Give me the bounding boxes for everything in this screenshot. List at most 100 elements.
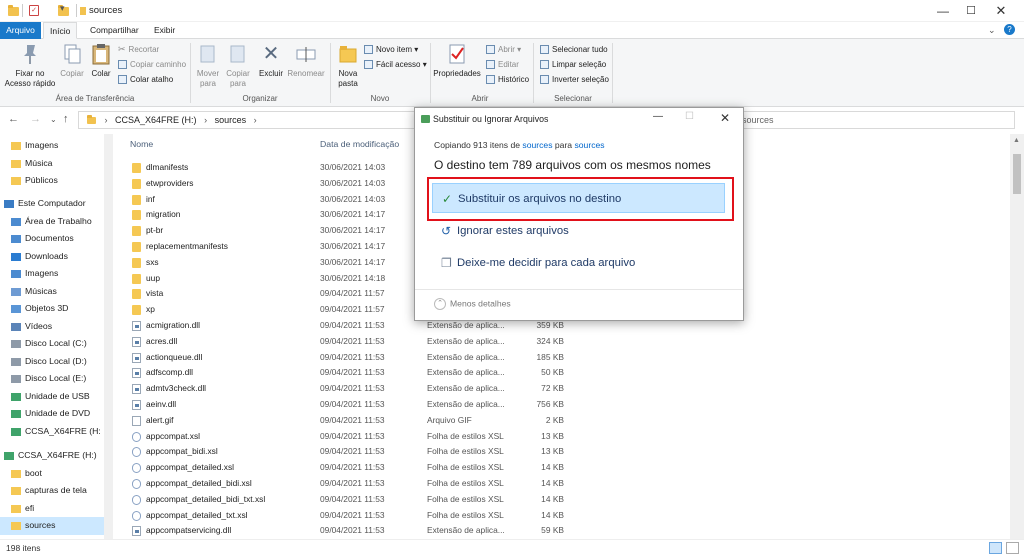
- decide-each-option[interactable]: ❐ Deixe-me decidir para cada arquivo: [432, 248, 725, 278]
- thumbnails-view-icon[interactable]: [1006, 542, 1019, 554]
- scrollbar-thumb[interactable]: [1013, 154, 1021, 194]
- file-row[interactable]: aeinv.dll 09/04/2021 11:53 Extensão de apl…: [113, 397, 1010, 413]
- sidebar-item[interactable]: Unidade de USB: [0, 388, 113, 406]
- tab-compartilhar[interactable]: Compartilhar: [84, 22, 145, 39]
- file-row[interactable]: appcompat_detailed_txt.xsl 09/04/2021 11:…: [113, 508, 1010, 524]
- search-placeholder: sources: [742, 115, 774, 125]
- skip-files-option[interactable]: ↺ Ignorar estes arquivos: [432, 216, 725, 246]
- sidebar-item[interactable]: sources: [0, 517, 113, 535]
- sidebar-item[interactable]: Música: [0, 155, 113, 173]
- sidebar-item[interactable]: Disco Local (E:): [0, 370, 113, 388]
- folder-icon: [11, 159, 21, 168]
- file-size: 72 KB: [541, 383, 564, 394]
- dialog-heading: O destino tem 789 arquivos com os mesmos…: [434, 158, 711, 172]
- sidebar-item[interactable]: boot: [0, 465, 113, 483]
- sidebar-item[interactable]: CCSA_X64FRE (H:): [0, 447, 113, 465]
- sidebar-item[interactable]: Área de Trabalho: [0, 213, 113, 231]
- file-row[interactable]: adfscomp.dll 09/04/2021 11:53 Extensão de …: [113, 365, 1010, 381]
- move-to-button[interactable]: Mover para: [194, 42, 222, 89]
- help-icon[interactable]: ?: [1004, 24, 1015, 35]
- ribbon-collapse-icon[interactable]: ⌄: [988, 25, 996, 36]
- tab-inicio[interactable]: Início: [43, 22, 78, 39]
- file-row[interactable]: appcompat.xsl 09/04/2021 11:53 Folha de es…: [113, 429, 1010, 445]
- easy-access-button[interactable]: Fácil acesso ▾: [364, 58, 427, 71]
- select-none-button[interactable]: Limpar seleção: [540, 58, 606, 71]
- rename-button[interactable]: Renomear: [287, 42, 325, 79]
- file-row[interactable]: admtv3check.dll 09/04/2021 11:53 Extensão …: [113, 381, 1010, 397]
- file-date: 09/04/2021 11:53: [320, 430, 385, 441]
- file-row[interactable]: appcompat_detailed_bidi_txt.xsl 09/04/202…: [113, 492, 1010, 508]
- up-arrow-icon[interactable]: ↑: [63, 113, 69, 125]
- address-bar[interactable]: › CCSA_X64FRE (H:) › sources ›: [78, 111, 423, 129]
- sidebar-scrollbar[interactable]: [104, 134, 113, 539]
- breadcrumb-drive[interactable]: CCSA_X64FRE (H:): [115, 115, 197, 125]
- sidebar-item[interactable]: CCSA_X64FRE (H:: [0, 423, 113, 441]
- details-view-icon[interactable]: [989, 542, 1002, 554]
- file-list-scrollbar[interactable]: ▲: [1010, 134, 1024, 539]
- back-arrow-icon[interactable]: ←: [8, 113, 19, 125]
- copy-destination-link[interactable]: sources: [574, 140, 604, 150]
- forward-arrow-icon[interactable]: →: [30, 113, 41, 125]
- history-button[interactable]: Histórico: [486, 73, 529, 86]
- sidebar-item[interactable]: Músicas: [0, 283, 113, 301]
- paste-shortcut-button[interactable]: Colar atalho: [118, 73, 173, 86]
- dialog-maximize-button[interactable]: ☐: [685, 111, 694, 122]
- copy-source-link[interactable]: sources: [522, 140, 552, 150]
- sidebar-item[interactable]: Unidade de DVD: [0, 405, 113, 423]
- file-size: 13 KB: [541, 430, 564, 441]
- copy-to-button[interactable]: Copiar para: [224, 42, 252, 89]
- file-row[interactable]: alert.gif 09/04/2021 11:53 Arquivo GIF 2 KB: [113, 413, 1010, 429]
- divider: [533, 43, 534, 103]
- scroll-up-icon[interactable]: ▲: [1013, 137, 1020, 144]
- sidebar-item[interactable]: Públicos: [0, 172, 113, 190]
- delete-button[interactable]: ✕ Excluir: [256, 42, 286, 79]
- sidebar-item[interactable]: Imagens: [0, 265, 113, 283]
- search-input[interactable]: sources: [735, 111, 1015, 129]
- copy-path-button[interactable]: Copiar caminho: [118, 58, 186, 71]
- recent-chevron-icon[interactable]: ⌄: [50, 115, 57, 124]
- file-row[interactable]: appcompat_bidi.xsl 09/04/2021 11:53 Folha …: [113, 444, 1010, 460]
- new-item-button[interactable]: Novo item ▾: [364, 43, 418, 56]
- properties-quick-icon[interactable]: ✓: [29, 5, 39, 16]
- replace-files-option[interactable]: ✓ Substituir os arquivos no destino: [432, 183, 725, 213]
- new-folder-button[interactable]: Nova pasta: [334, 42, 362, 89]
- sidebar-item[interactable]: Disco Local (D:): [0, 353, 113, 371]
- edit-button[interactable]: Editar: [486, 58, 519, 71]
- chevron-down-icon[interactable]: ▾: [60, 3, 65, 14]
- sidebar-item[interactable]: Vídeos: [0, 318, 113, 336]
- sidebar-item[interactable]: efi: [0, 500, 113, 518]
- dialog-minimize-button[interactable]: —: [653, 111, 663, 122]
- pin-button[interactable]: Fixar no Acesso rápido: [4, 42, 56, 89]
- dialog-close-button[interactable]: ✕: [720, 111, 730, 125]
- open-button[interactable]: Abrir ▾: [486, 43, 521, 56]
- sidebar-item[interactable]: Este Computador: [0, 195, 113, 213]
- sidebar-item[interactable]: Documentos: [0, 230, 113, 248]
- copy-button[interactable]: Copiar: [58, 42, 86, 79]
- file-date: 09/04/2021 11:53: [320, 446, 385, 457]
- file-name: actionqueue.dll: [146, 351, 203, 362]
- column-header-name[interactable]: Nome: [130, 139, 153, 149]
- tab-arquivo[interactable]: Arquivo: [0, 22, 41, 39]
- file-row[interactable]: appcompat_detailed.xsl 09/04/2021 11:53 Fo…: [113, 460, 1010, 476]
- sidebar-item[interactable]: Downloads: [0, 248, 113, 266]
- file-row[interactable]: actionqueue.dll 09/04/2021 11:53 Extensão …: [113, 350, 1010, 366]
- less-details-button[interactable]: ⌃ Menos detalhes: [434, 298, 511, 310]
- sidebar-item[interactable]: Objetos 3D: [0, 300, 113, 318]
- sidebar-item[interactable]: capturas de tela: [0, 482, 113, 500]
- file-row[interactable]: acres.dll 09/04/2021 11:53 Extensão de apl…: [113, 334, 1010, 350]
- file-row[interactable]: appcompatservicing.dll 09/04/2021 11:53 Ex…: [113, 523, 1010, 539]
- file-row[interactable]: appcompat_detailed_bidi.xsl 09/04/2021 11…: [113, 476, 1010, 492]
- paste-button[interactable]: Colar: [88, 42, 114, 79]
- cut-button[interactable]: ✂ Recortar: [118, 43, 159, 56]
- tab-exibir[interactable]: Exibir: [148, 22, 181, 39]
- breadcrumb-folder[interactable]: sources: [215, 115, 247, 125]
- file-type: Extensão de aplica...: [427, 525, 505, 536]
- invert-selection-button[interactable]: Inverter seleção: [540, 73, 609, 86]
- sidebar-item[interactable]: Imagens: [0, 137, 113, 155]
- properties-button[interactable]: Propriedades: [432, 42, 482, 79]
- sidebar-item[interactable]: Disco Local (C:): [0, 335, 113, 353]
- dl-icon: [11, 252, 21, 261]
- close-button[interactable]: ✕: [978, 0, 1024, 22]
- select-all-button[interactable]: Selecionar tudo: [540, 43, 608, 56]
- column-header-date[interactable]: Data de modificação: [320, 139, 399, 149]
